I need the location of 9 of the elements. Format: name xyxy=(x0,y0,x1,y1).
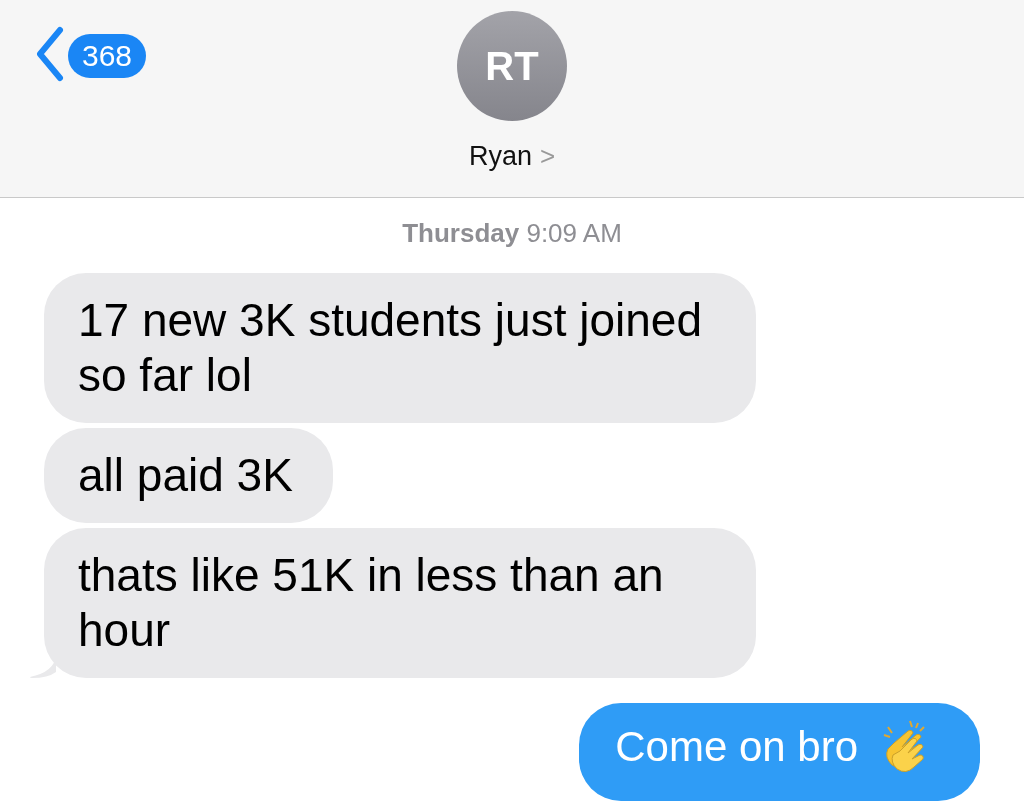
unread-count-badge[interactable]: 368 xyxy=(68,34,147,78)
sent-message-bubble: Come on bro xyxy=(579,703,980,801)
contact-avatar[interactable]: RT xyxy=(457,11,567,121)
contact-chevron[interactable]: > xyxy=(539,141,556,172)
message-timestamp: Thursday 9:09 AM xyxy=(402,218,622,249)
back-chevron-icon[interactable] xyxy=(34,26,64,82)
contact-name[interactable]: Ryan xyxy=(468,141,532,172)
received-message-bubble: all paid 3K xyxy=(44,428,333,523)
received-message-bubble: 17 new 3K students just joined so far lol xyxy=(44,273,756,423)
